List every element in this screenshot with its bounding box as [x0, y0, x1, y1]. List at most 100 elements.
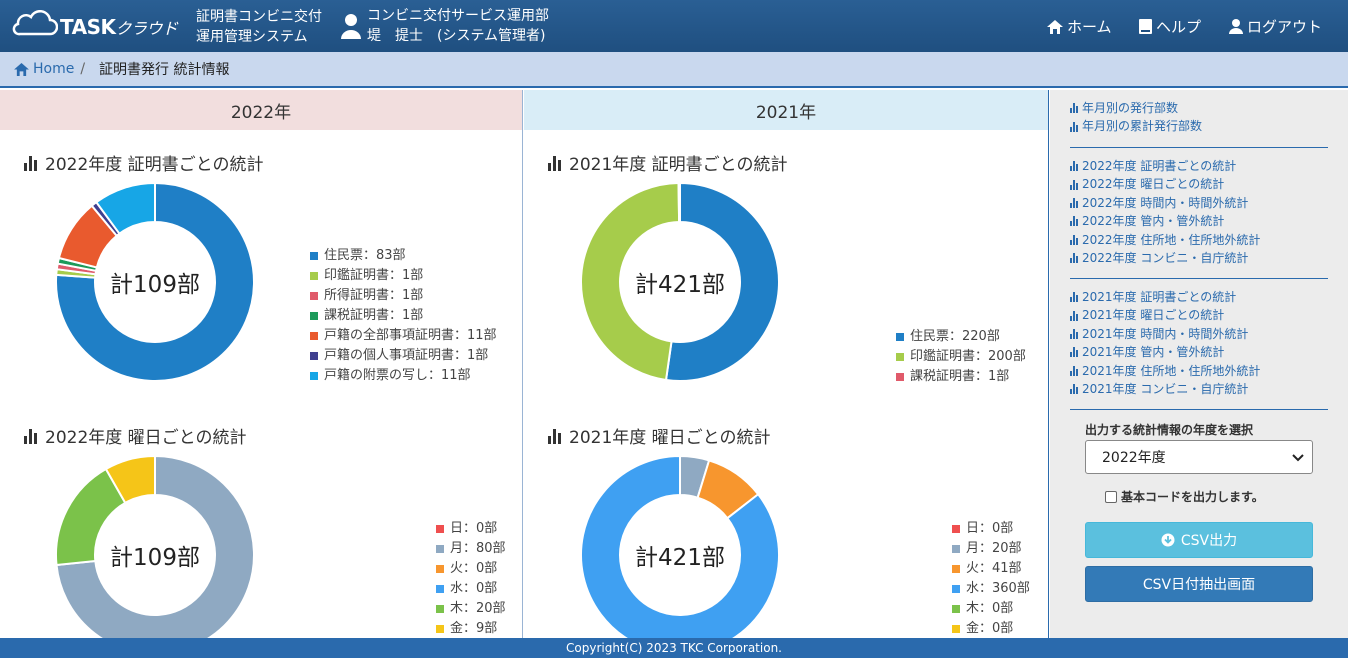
- legend-swatch: [952, 565, 960, 573]
- legend-item[interactable]: 水：0部: [436, 579, 506, 599]
- legend-label: 日：0部: [450, 521, 498, 536]
- sidebar-link-label: 2022年度 住所地・住所地外統計: [1082, 232, 1261, 247]
- legend-item[interactable]: 戸籍の附票の写し：11部: [310, 366, 497, 386]
- breadcrumb-home-label: Home: [33, 61, 75, 77]
- bar-chart-icon: [1070, 103, 1078, 114]
- nav-home-link[interactable]: ホーム: [1047, 16, 1112, 37]
- legend-item[interactable]: 水：360部: [952, 579, 1030, 599]
- sidebar-link[interactable]: 2022年度 証明書ごとの統計: [1070, 157, 1328, 175]
- year-select[interactable]: 2022年度: [1085, 440, 1313, 474]
- app-header: TASKクラウド 証明書コンビニ交付 運用管理システム コンビニ交付サービス運用…: [0, 0, 1348, 52]
- basic-code-checkbox[interactable]: [1105, 490, 1117, 503]
- legend-label: 所得証明書：1部: [324, 288, 424, 303]
- donut-total: 計421部: [635, 272, 725, 298]
- sidebar-link[interactable]: 年月別の累計発行部数: [1070, 117, 1328, 135]
- legend-item[interactable]: 戸籍の全部事項証明書：11部: [310, 326, 497, 346]
- legend-swatch: [952, 625, 960, 633]
- sidebar-link[interactable]: 2022年度 コンビニ・自庁統計: [1070, 249, 1328, 267]
- legend-item[interactable]: 所得証明書：1部: [310, 286, 497, 306]
- donut-chart: 計421部: [580, 455, 780, 638]
- sidebar-divider: [1070, 147, 1328, 148]
- legend-label: 印鑑証明書：200部: [910, 349, 1026, 364]
- breadcrumb-current: 証明書発行 統計情報: [99, 62, 230, 78]
- sidebar-link-label: 2022年度 曜日ごとの統計: [1082, 177, 1225, 192]
- sidebar-link[interactable]: 2021年度 コンビニ・自庁統計: [1070, 380, 1328, 398]
- legend-item[interactable]: 火：41部: [952, 559, 1030, 579]
- sidebar-link[interactable]: 2021年度 住所地・住所地外統計: [1070, 362, 1328, 380]
- nav-help-link[interactable]: ヘルプ: [1139, 16, 1201, 37]
- chart-title: 2021年度 証明書ごとの統計: [548, 150, 788, 175]
- legend-item[interactable]: 金：0部: [952, 619, 1030, 638]
- sidebar-link[interactable]: 2021年度 曜日ごとの統計: [1070, 306, 1328, 324]
- year-select-value: 2022年度: [1102, 450, 1166, 466]
- chart-legend: 住民票：220部印鑑証明書：200部課税証明書：1部: [896, 327, 1026, 387]
- bar-chart-icon: [1070, 384, 1078, 395]
- chevron-down-icon: [1292, 454, 1304, 462]
- sidebar-link[interactable]: 2021年度 証明書ごとの統計: [1070, 288, 1328, 306]
- bar-chart-icon: [1070, 179, 1078, 190]
- user-department: コンビニ交付サービス運用部: [367, 8, 549, 24]
- legend-swatch: [310, 352, 318, 360]
- chart-legend: 日：0部 月：20部火：41部水：360部木：0部 金：0部: [952, 519, 1030, 638]
- legend-item[interactable]: 月：20部: [952, 539, 1030, 559]
- cloud-icon: [12, 10, 58, 36]
- legend-label: 住民票：220部: [910, 329, 1000, 344]
- sidebar-link[interactable]: 2022年度 管内・管外統計: [1070, 212, 1328, 230]
- csv-export-button[interactable]: CSV出力: [1085, 522, 1313, 558]
- legend-item[interactable]: 日：0部: [436, 519, 506, 539]
- nav-logout-label: ログアウト: [1247, 18, 1323, 36]
- legend-item[interactable]: 印鑑証明書：1部: [310, 266, 497, 286]
- legend-item[interactable]: 住民票：83部: [310, 246, 497, 266]
- copyright-text: Copyright(C) 2023 TKC Corporation.: [566, 641, 782, 655]
- legend-item[interactable]: 課税証明書：1部: [896, 367, 1026, 387]
- system-name-line2: 運用管理システム: [196, 29, 308, 45]
- sidebar-link[interactable]: 年月別の発行部数: [1070, 99, 1328, 117]
- legend-label: 火：41部: [966, 561, 1022, 576]
- legend-label: 課税証明書：1部: [324, 308, 424, 323]
- column-year-header: 2022年: [0, 90, 522, 130]
- legend-item[interactable]: 住民票：220部: [896, 327, 1026, 347]
- legend-label: 戸籍の全部事項証明書：11部: [324, 328, 497, 343]
- legend-swatch: [310, 332, 318, 340]
- sidebar-link[interactable]: 2022年度 曜日ごとの統計: [1070, 175, 1328, 193]
- legend-label: 水：360部: [966, 581, 1030, 596]
- legend-swatch: [310, 312, 318, 320]
- legend-item[interactable]: 課税証明書：1部: [310, 306, 497, 326]
- legend-item[interactable]: 印鑑証明書：200部: [896, 347, 1026, 367]
- legend-item[interactable]: 金：9部: [436, 619, 506, 638]
- user-small-icon: [1229, 19, 1243, 34]
- legend-item[interactable]: 戸籍の個人事項証明書：1部: [310, 346, 497, 366]
- legend-swatch: [952, 585, 960, 593]
- sidebar-group-2021: 2021年度 証明書ごとの統計 2021年度 曜日ごとの統計 2021年度 時間内・…: [1070, 288, 1328, 398]
- task-cloud-logo[interactable]: TASKクラウド: [10, 10, 190, 42]
- legend-item[interactable]: 日：0部: [952, 519, 1030, 539]
- csv-export-label: CSV出力: [1180, 533, 1238, 549]
- bar-chart-icon: [1070, 198, 1078, 209]
- bar-chart-icon: [1070, 365, 1078, 376]
- legend-swatch: [436, 585, 444, 593]
- csv-date-extract-button[interactable]: CSV日付抽出画面: [1085, 566, 1313, 602]
- sidebar-group-monthly: 年月別の発行部数 年月別の累計発行部数: [1070, 99, 1328, 136]
- year-select-label: 出力する統計情報の年度を選択: [1085, 423, 1254, 437]
- breadcrumb-home-link[interactable]: Home: [14, 61, 74, 77]
- legend-item[interactable]: 木：0部: [952, 599, 1030, 619]
- legend-item[interactable]: 火：0部: [436, 559, 506, 579]
- sidebar-link[interactable]: 2021年度 時間内・時間外統計: [1070, 325, 1328, 343]
- nav-logout-link[interactable]: ログアウト: [1229, 16, 1322, 37]
- legend-item[interactable]: 月：80部: [436, 539, 506, 559]
- sidebar-link[interactable]: 2021年度 管内・管外統計: [1070, 343, 1328, 361]
- legend-label: 金：9部: [450, 621, 498, 636]
- nav-home-label: ホーム: [1067, 18, 1112, 36]
- legend-label: 印鑑証明書：1部: [324, 268, 424, 283]
- sidebar-link-label: 2022年度 コンビニ・自庁統計: [1082, 251, 1249, 266]
- sidebar-link-label: 2021年度 管内・管外統計: [1082, 345, 1225, 360]
- legend-item[interactable]: 木：20部: [436, 599, 506, 619]
- bar-chart-icon: [24, 155, 37, 171]
- chart-title: 2022年度 証明書ごとの統計: [24, 150, 264, 175]
- bar-chart-icon: [24, 428, 37, 444]
- basic-code-checkbox-row[interactable]: 基本コードを出力します。: [1105, 488, 1264, 505]
- system-name: 証明書コンビニ交付 運用管理システム: [196, 7, 336, 47]
- sidebar-link[interactable]: 2022年度 時間内・時間外統計: [1070, 194, 1328, 212]
- legend-swatch: [952, 525, 960, 533]
- sidebar-link[interactable]: 2022年度 住所地・住所地外統計: [1070, 231, 1328, 249]
